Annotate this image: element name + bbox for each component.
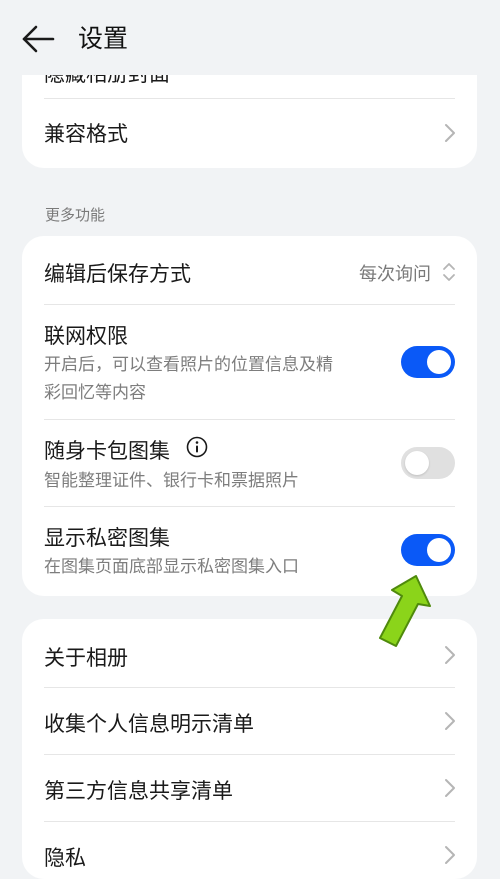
app-header: 设置 xyxy=(0,0,500,75)
bottom-list-item[interactable]: 隐私 xyxy=(22,822,477,879)
about-album-label: 关于相册 xyxy=(44,646,128,670)
toggle-knob xyxy=(405,451,429,475)
private-album-toggle[interactable] xyxy=(401,534,455,566)
chevron-right-icon xyxy=(445,124,455,142)
toggle-knob xyxy=(427,538,451,562)
bottom-list-item[interactable]: 第三方信息共享清单 xyxy=(22,755,477,821)
info-icon[interactable] xyxy=(186,436,208,458)
wallet-album-desc: 智能整理证件、银行卡和票据照片 xyxy=(44,471,299,491)
network-permission-item: 联网权限 开启后，可以查看照片的位置信息及精 彩回忆等内容 xyxy=(22,305,477,419)
annotation-arrow-icon xyxy=(379,575,431,647)
compat-format-label: 兼容格式 xyxy=(44,122,128,146)
wallet-album-label: 随身卡包图集 xyxy=(44,439,170,463)
personal-info-list-label: 收集个人信息明示清单 xyxy=(44,712,254,736)
chevron-right-icon xyxy=(445,712,455,730)
chevron-right-icon xyxy=(445,779,455,797)
chevron-right-icon xyxy=(445,646,455,664)
save-mode-label: 编辑后保存方式 xyxy=(44,262,191,286)
network-permission-desc-1: 开启后，可以查看照片的位置信息及精 xyxy=(44,355,333,375)
network-permission-label: 联网权限 xyxy=(44,324,128,348)
save-mode-item[interactable]: 编辑后保存方式 每次询问 xyxy=(22,236,477,304)
section-label-more: 更多功能 xyxy=(45,206,106,224)
save-mode-value: 每次询问 xyxy=(359,264,431,285)
private-album-desc: 在图集页面底部显示私密图集入口 xyxy=(44,557,299,577)
back-arrow-icon[interactable] xyxy=(20,22,56,56)
compat-format-item[interactable]: 兼容格式 xyxy=(22,99,477,168)
privacy-label: 隐私 xyxy=(44,846,86,870)
about-card: 关于相册 收集个人信息明示清单 第三方信息共享清单 隐私 xyxy=(22,619,477,879)
network-permission-desc-2: 彩回忆等内容 xyxy=(44,383,146,403)
settings-scroll-area[interactable]: 隐藏相册封面 兼容格式 更多功能 编辑后保存方式 每次询问 联网权限 开启后，可… xyxy=(0,0,500,879)
toggle-knob xyxy=(427,350,451,374)
wallet-album-toggle[interactable] xyxy=(401,447,455,479)
bottom-list-item[interactable]: 收集个人信息明示清单 xyxy=(22,688,477,754)
private-album-label: 显示私密图集 xyxy=(44,526,170,550)
wallet-album-item: 随身卡包图集 智能整理证件、银行卡和票据照片 xyxy=(22,420,477,506)
more-features-card: 编辑后保存方式 每次询问 联网权限 开启后，可以查看照片的位置信息及精 彩回忆等… xyxy=(22,236,477,596)
chevron-right-icon xyxy=(445,846,455,864)
network-permission-toggle[interactable] xyxy=(401,346,455,378)
up-down-chevron-icon xyxy=(443,263,455,281)
third-party-list-label: 第三方信息共享清单 xyxy=(44,779,233,803)
page-title: 设置 xyxy=(78,24,129,53)
